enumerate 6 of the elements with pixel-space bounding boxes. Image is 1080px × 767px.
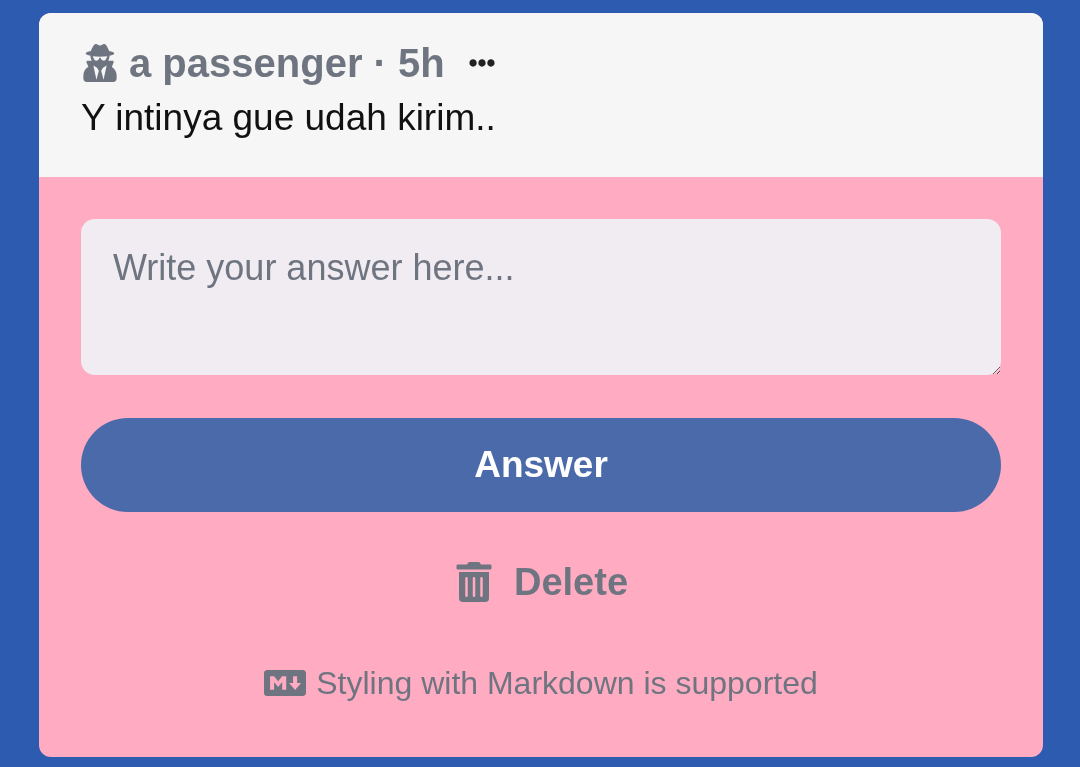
answer-field[interactable]: Write your answer here... <box>81 219 1001 375</box>
markdown-note: Styling with Markdown is supported <box>316 664 818 702</box>
question-text: Y intinya gue udah kirim.. <box>81 97 497 139</box>
author-meta: a passenger · 5h <box>129 40 445 86</box>
answer-button[interactable]: Answer <box>81 418 1001 512</box>
spy-icon <box>81 44 119 82</box>
